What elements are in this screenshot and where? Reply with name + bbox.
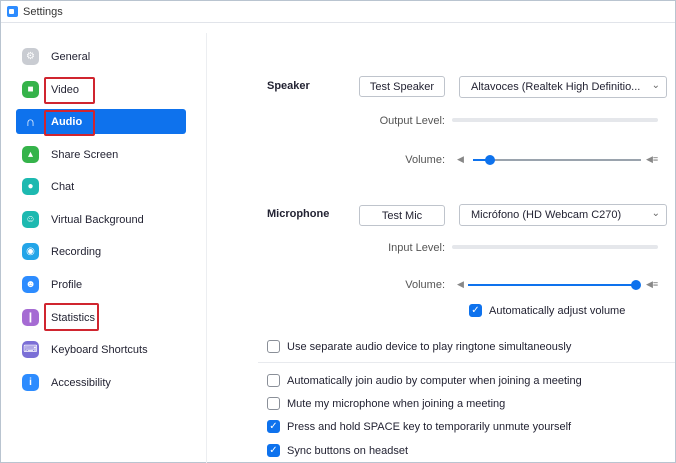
speaker-volume-label: Volume: (405, 154, 445, 166)
recording-icon: ◉ (22, 243, 39, 260)
profile-icon: ☻ (22, 276, 39, 293)
auto-join-audio-checkbox[interactable] (267, 374, 280, 387)
zoom-app-icon (7, 6, 18, 17)
separate-ringtone-device-option[interactable]: Use separate audio device to play ringto… (267, 340, 571, 353)
accessibility-icon: i (22, 374, 39, 391)
input-level-meter (452, 245, 658, 249)
sidebar-item-label: Profile (51, 278, 83, 291)
sidebar-item-label: Chat (51, 180, 75, 193)
output-level-meter (452, 118, 658, 122)
sync-headset-buttons-label: Sync buttons on headset (287, 444, 409, 457)
settings-window: Settings ⚙ General ■ Video ∩ Audio ▴ Sha… (0, 0, 676, 463)
title-bar: Settings (1, 1, 675, 23)
volume-high-icon: ◀≡ (646, 279, 659, 289)
bar-chart-icon: ❙ (22, 309, 39, 326)
chat-bubble-icon: ● (22, 178, 39, 195)
divider (258, 362, 675, 363)
mute-on-join-label: Mute my microphone when joining a meetin… (287, 397, 506, 410)
test-speaker-button[interactable]: Test Speaker (359, 76, 445, 97)
slider-fill (468, 284, 636, 286)
sidebar-item-label: Keyboard Shortcuts (51, 343, 148, 356)
input-level-label: Input Level: (388, 242, 445, 254)
sidebar-item-accessibility[interactable]: i Accessibility (16, 370, 186, 395)
sidebar-item-share-screen[interactable]: ▴ Share Screen (16, 142, 186, 167)
output-level-label: Output Level: (379, 115, 445, 127)
person-background-icon: ☺ (22, 211, 39, 228)
window-title: Settings (23, 5, 63, 18)
auto-adjust-volume-option[interactable]: ✓ Automatically adjust volume (469, 304, 625, 317)
gear-icon: ⚙ (22, 48, 39, 65)
test-mic-button[interactable]: Test Mic (359, 205, 445, 226)
sidebar-item-label: Audio (51, 115, 83, 128)
sidebar-item-virtual-background[interactable]: ☺ Virtual Background (16, 207, 186, 232)
chevron-down-icon: ⌄ (651, 80, 660, 91)
sidebar-item-label: Recording (51, 245, 102, 258)
push-to-talk-option[interactable]: ✓ Press and hold SPACE key to temporaril… (267, 420, 571, 433)
sidebar-item-chat[interactable]: ● Chat (16, 174, 186, 199)
slider-thumb[interactable] (631, 280, 641, 290)
separate-ringtone-device-checkbox[interactable] (267, 340, 280, 353)
auto-join-audio-option[interactable]: Automatically join audio by computer whe… (267, 374, 582, 387)
push-to-talk-label: Press and hold SPACE key to temporarily … (287, 420, 572, 433)
share-screen-icon: ▴ (22, 146, 39, 163)
microphone-volume-slider[interactable] (468, 279, 641, 291)
separate-ringtone-device-label: Use separate audio device to play ringto… (287, 340, 572, 353)
volume-low-icon: ◀ (457, 154, 464, 164)
sidebar-item-label: Video (51, 83, 79, 96)
microphone-section-label: Microphone (267, 208, 330, 220)
microphone-device-value: Micrófono (HD Webcam C270) (471, 209, 622, 221)
sidebar-item-statistics[interactable]: ❙ Statistics (16, 305, 186, 330)
slider-thumb[interactable] (484, 155, 495, 165)
sidebar-item-label: Virtual Background (51, 213, 144, 226)
sidebar-item-profile[interactable]: ☻ Profile (16, 272, 186, 297)
push-to-talk-checkbox[interactable]: ✓ (267, 420, 280, 433)
sidebar-item-label: Share Screen (51, 148, 119, 161)
sidebar-item-label: General (51, 50, 91, 63)
sidebar-item-general[interactable]: ⚙ General (16, 44, 186, 69)
sidebar-item-video[interactable]: ■ Video (16, 77, 186, 102)
settings-sidebar: ⚙ General ■ Video ∩ Audio ▴ Share Screen… (10, 33, 207, 463)
volume-low-icon: ◀ (457, 279, 464, 289)
sidebar-item-recording[interactable]: ◉ Recording (16, 239, 186, 264)
speaker-device-value: Altavoces (Realtek High Definitio... (471, 81, 641, 93)
auto-adjust-volume-label: Automatically adjust volume (489, 304, 626, 317)
sync-headset-buttons-option[interactable]: ✓ Sync buttons on headset (267, 444, 408, 457)
microphone-device-select[interactable]: Micrófono (HD Webcam C270) ⌄ (459, 204, 667, 226)
volume-high-icon: ◀≡ (646, 154, 659, 164)
headphones-icon: ∩ (25, 114, 36, 129)
sidebar-item-label: Statistics (51, 311, 96, 324)
auto-adjust-volume-checkbox[interactable]: ✓ (469, 304, 482, 317)
speaker-device-select[interactable]: Altavoces (Realtek High Definitio... ⌄ (459, 76, 667, 98)
speaker-volume-slider[interactable] (473, 154, 641, 166)
sidebar-item-label: Accessibility (51, 376, 111, 389)
chevron-down-icon: ⌄ (651, 208, 660, 219)
microphone-volume-label: Volume: (405, 279, 445, 291)
audio-settings-panel: Speaker Test Speaker Altavoces (Realtek … (208, 33, 675, 463)
video-camera-icon: ■ (22, 81, 39, 98)
sidebar-item-audio[interactable]: ∩ Audio (16, 109, 186, 134)
sidebar-item-keyboard-shortcuts[interactable]: ⌨ Keyboard Shortcuts (16, 337, 186, 362)
keyboard-icon: ⌨ (22, 341, 39, 358)
mute-on-join-option[interactable]: Mute my microphone when joining a meetin… (267, 397, 505, 410)
mute-on-join-checkbox[interactable] (267, 397, 280, 410)
sync-headset-buttons-checkbox[interactable]: ✓ (267, 444, 280, 457)
auto-join-audio-label: Automatically join audio by computer whe… (287, 374, 582, 387)
slider-track (473, 159, 641, 161)
speaker-section-label: Speaker (267, 80, 310, 92)
